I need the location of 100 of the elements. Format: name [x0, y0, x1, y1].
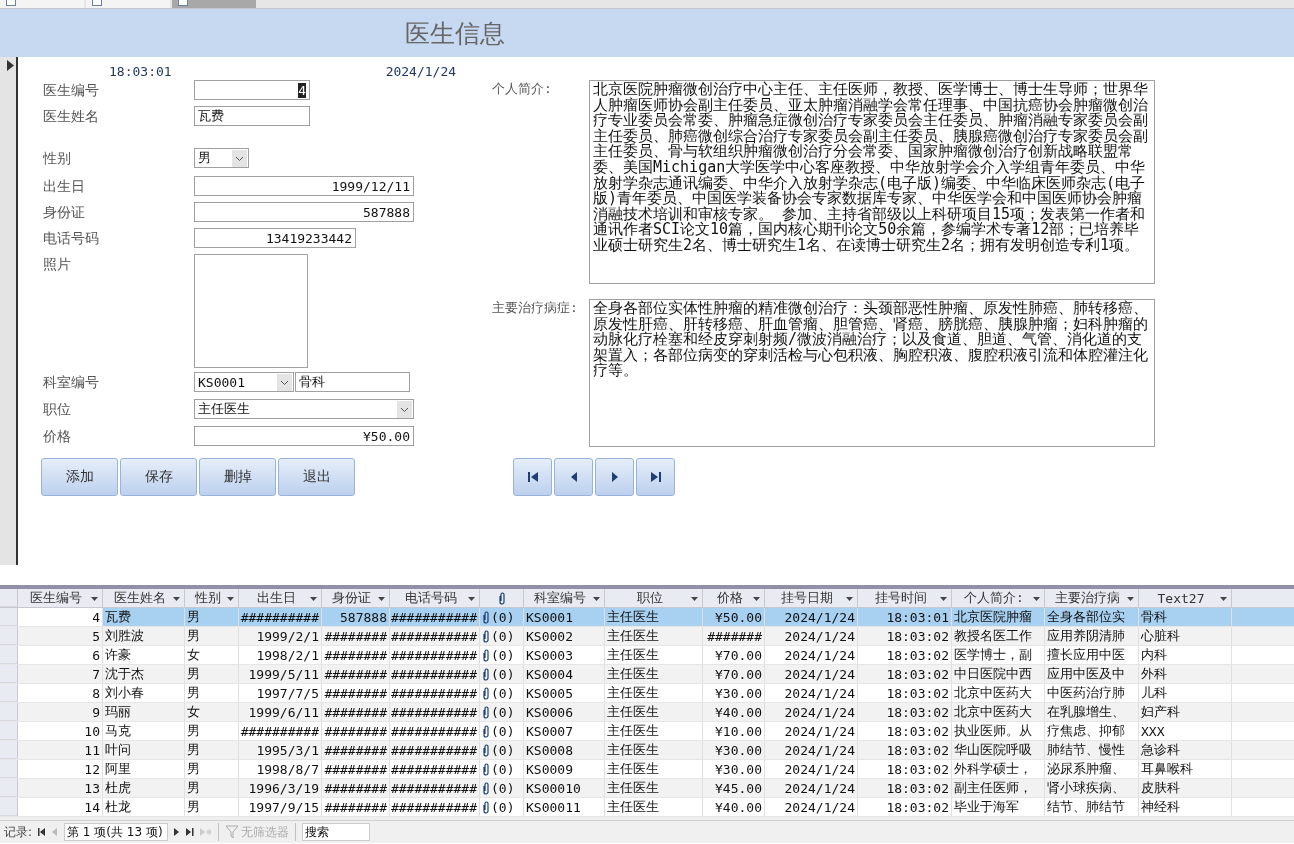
table-row[interactable]: 7 沈于杰 男 1999/5/11 ######## ########### (0) KS0004 主任医生 ¥70.00 2024/1/24 18:03:02 中日医院中西 应用中医及中 外科	[0, 665, 1294, 684]
table-row[interactable]: 11 叶问 男 1995/3/1 ######## ########### (0) KS0008 主任医生 ¥30.00 2024/1/24 18:03:02 华山医院呼吸 肺结节、慢性 急诊科	[0, 741, 1294, 760]
table-cell: ########	[324, 761, 387, 777]
column-header[interactable]: 性别	[185, 589, 239, 607]
text-field[interactable]: 4	[194, 80, 310, 100]
last-record-icon[interactable]	[186, 828, 195, 836]
paperclip-icon	[482, 629, 490, 643]
attachment-count[interactable]: (0)	[491, 742, 515, 758]
dropdown-arrow-icon[interactable]	[91, 597, 98, 601]
record-selector[interactable]	[0, 57, 18, 565]
attachment-count[interactable]: (0)	[491, 609, 515, 625]
dropdown-field[interactable]: 主任医生	[194, 399, 414, 419]
attachment-count[interactable]: (0)	[491, 780, 515, 796]
text-field[interactable]: 1999/12/11	[194, 176, 414, 196]
attachment-count[interactable]: (0)	[491, 647, 515, 663]
dropdown-arrow-icon[interactable]	[1220, 597, 1227, 601]
photo-frame[interactable]	[194, 254, 308, 368]
first-record-icon[interactable]	[38, 828, 47, 836]
table-row[interactable]: 5 刘胜波 男 1999/2/1 ######## ########### (0) KS0002 主任医生 ####### 2024/1/24 18:03:02 教授名医工作 应用养阴清肺 心脏科	[0, 627, 1294, 646]
column-header[interactable]: 挂号时间	[858, 589, 952, 607]
table-cell: 2024/1/24	[784, 647, 855, 663]
column-header[interactable]: 医生编号	[18, 589, 103, 607]
table-cell: ###########	[390, 780, 477, 796]
column-header[interactable]: 挂号日期	[765, 589, 858, 607]
table-cell: 主任医生	[607, 608, 659, 626]
table-row[interactable]: 13 杜虎 男 1996/3/19 ######## ########### (0) KS00010 主任医生 ¥45.00 2024/1/24 18:03:02 副主任医师， 肾小球疾病、 皮肤科	[0, 779, 1294, 798]
attachment-count[interactable]: (0)	[491, 799, 515, 815]
dropdown-arrow-icon[interactable]	[691, 597, 698, 601]
form-icon	[178, 0, 188, 6]
dropdown-arrow-icon[interactable]	[593, 597, 600, 601]
memo-field[interactable]: 北京医院肿瘤微创治疗中心主任、主任医师，教授、医学博士、博士生导师；世界华人肿瘤医师协会副主任委员、亚太肿瘤消融学会常任理事、中国抗癌协会肿瘤微创治疗专业委员会常委、肿瘤急症微创治疗专家委员会主任委员、肿瘤消融专家委员会副主任委员、肺癌微创综合治疗专家委员会副主任委员、胰腺癌微创治疗专家委员会副主任委员、骨与软组织肿瘤微创治疗分会常委、国家肿瘤微创治疗创新战略联盟常委、美国Michigan大学医学中心客座教授、中华放射学会介入学组青年委员、中华放射学杂志通讯编委、中华介入放射学杂志(电子版)编委、中华临床医师杂志(电子版)青年委员、中国医学装备协会专家数据库专家、中华医学会和中国医师协会肿瘤消融技术培训和审核专家。 参加、主持省部级以上科研项目15项；发表第一作者和通讯作者SCI论文10篇，国内核心期刊论文50余篇，参编学术专著12部；已培养毕业硕士研究生2名、博士研究生1名、在读博士研究生2名；拥有发明创造专利1项。	[589, 80, 1155, 284]
search-field[interactable]: 搜索	[302, 823, 371, 841]
column-header[interactable]: Text27	[1139, 589, 1232, 607]
document-tab[interactable]	[0, 0, 84, 8]
text-field[interactable]: 13419233442	[194, 228, 356, 248]
date-text: 2024/1/24	[385, 64, 457, 79]
column-header[interactable]: 主要治疗病	[1045, 589, 1139, 607]
table-cell: ###########	[390, 647, 477, 663]
table-cell: 2024/1/24	[784, 723, 855, 739]
dropdown-arrow-icon[interactable]	[173, 597, 180, 601]
column-header[interactable]: 个人简介:	[952, 589, 1045, 607]
table-cell: 1995/3/1	[256, 742, 319, 758]
memo-field[interactable]: 全身各部位实体性肿瘤的精准微创治疗：头颈部恶性肿瘤、原发性肺癌、肺转移癌、原发性肝癌、肝转移癌、肝血管瘤、胆管癌、肾癌、膀胱癌、胰腺肿瘤；妇科肿瘤的动脉化疗栓塞和经皮穿刺射频/微波消融治疗；以及食道、胆道、气管、消化道的支架置入；各部位病变的穿刺活检与心包积液、胸腔积液、腹腔积液引流和体腔灌注化疗等。	[589, 299, 1155, 447]
table-cell: 18:03:02	[886, 799, 949, 815]
column-header[interactable]: 出生日	[239, 589, 322, 607]
dropdown-arrow-icon[interactable]	[468, 597, 475, 601]
dropdown-arrow-icon[interactable]	[227, 597, 234, 601]
table-cell: 7	[92, 666, 100, 682]
text-field[interactable]: 瓦费	[194, 106, 310, 126]
next-record-icon[interactable]	[174, 828, 181, 836]
attachment-count[interactable]: (0)	[491, 704, 515, 720]
table-row[interactable]: 14 杜龙 男 1997/9/15 ######## ########### (0) KS00011 主任医生 ¥40.00 2024/1/24 18:03:02 毕业于海军 结节、肺结节 神经科	[0, 798, 1294, 817]
table-cell: 儿科	[1141, 684, 1167, 702]
document-tab[interactable]	[86, 0, 170, 8]
dropdown-arrow-icon[interactable]	[1127, 597, 1134, 601]
last-record-button[interactable]	[636, 458, 675, 496]
attachment-count[interactable]: (0)	[491, 628, 515, 644]
form-button[interactable]: 退出	[278, 458, 355, 496]
form-button[interactable]: 删掉	[199, 458, 276, 496]
dropdown-arrow-icon[interactable]	[753, 597, 760, 601]
text-field[interactable]: 587888	[194, 202, 414, 222]
field-label: 价格	[43, 427, 72, 446]
first-record-button[interactable]	[513, 458, 552, 496]
text-field[interactable]: ¥50.00	[194, 426, 414, 446]
table-cell: 18:03:02	[886, 666, 949, 682]
table-cell: 肺结节、慢性	[1047, 741, 1125, 759]
table-row[interactable]: 9 玛丽 女 1999/6/11 ######## ########### (0) KS0006 主任医生 ¥40.00 2024/1/24 18:03:02 北京中医药大 在乳腺增生、 妇产科	[0, 703, 1294, 722]
table-row[interactable]: 4 瓦费 男 ########## 587888 ########### (0) KS0001 主任医生 ¥50.00 2024/1/24 18:03:01 北京医院肿瘤 全身各部位实 骨科	[0, 608, 1294, 627]
dropdown-arrow-icon[interactable]	[378, 597, 385, 601]
table-cell: 副主任医师，	[954, 779, 1032, 797]
table-cell: 医学博士，副	[954, 646, 1032, 664]
record-position-field[interactable]: 第 1 项(共 13 项)	[64, 823, 169, 841]
column-header[interactable]: 职位	[605, 589, 703, 607]
dropdown-arrow-icon[interactable]	[940, 597, 947, 601]
dropdown-field[interactable]: KS0001	[194, 372, 294, 392]
table-cell: 主任医生	[607, 779, 659, 797]
form-button[interactable]: 添加	[41, 458, 118, 496]
dropdown-arrow-icon[interactable]	[1033, 597, 1040, 601]
table-cell: 北京医院肿瘤	[954, 608, 1032, 626]
table-cell: 瓦费	[105, 608, 131, 626]
column-header[interactable]: 价格	[703, 589, 765, 607]
attachment-count[interactable]: (0)	[491, 761, 515, 777]
attachment-count[interactable]: (0)	[491, 685, 515, 701]
table-cell: 男	[187, 798, 200, 816]
form-button[interactable]: 保存	[120, 458, 197, 496]
table-cell: 男	[187, 722, 200, 740]
column-header[interactable]: 电话号码	[390, 589, 480, 607]
dropdown-arrow-icon[interactable]	[310, 597, 317, 601]
time-text: 18:03:01	[109, 64, 172, 79]
table-cell: 2024/1/24	[784, 704, 855, 720]
document-tab[interactable]	[172, 0, 256, 8]
dropdown-arrow-icon[interactable]	[846, 597, 853, 601]
splitter-grip-icon[interactable]	[773, 585, 801, 589]
column-header[interactable]: 医生姓名	[103, 589, 185, 607]
attachment-count[interactable]: (0)	[491, 723, 515, 739]
attachment-count[interactable]: (0)	[491, 666, 515, 682]
dropdown-field[interactable]: 男	[194, 148, 249, 168]
table-cell: 阿里	[105, 760, 131, 778]
column-header[interactable]: 身份证	[322, 589, 390, 607]
column-header[interactable]: 科室编号	[524, 589, 605, 607]
